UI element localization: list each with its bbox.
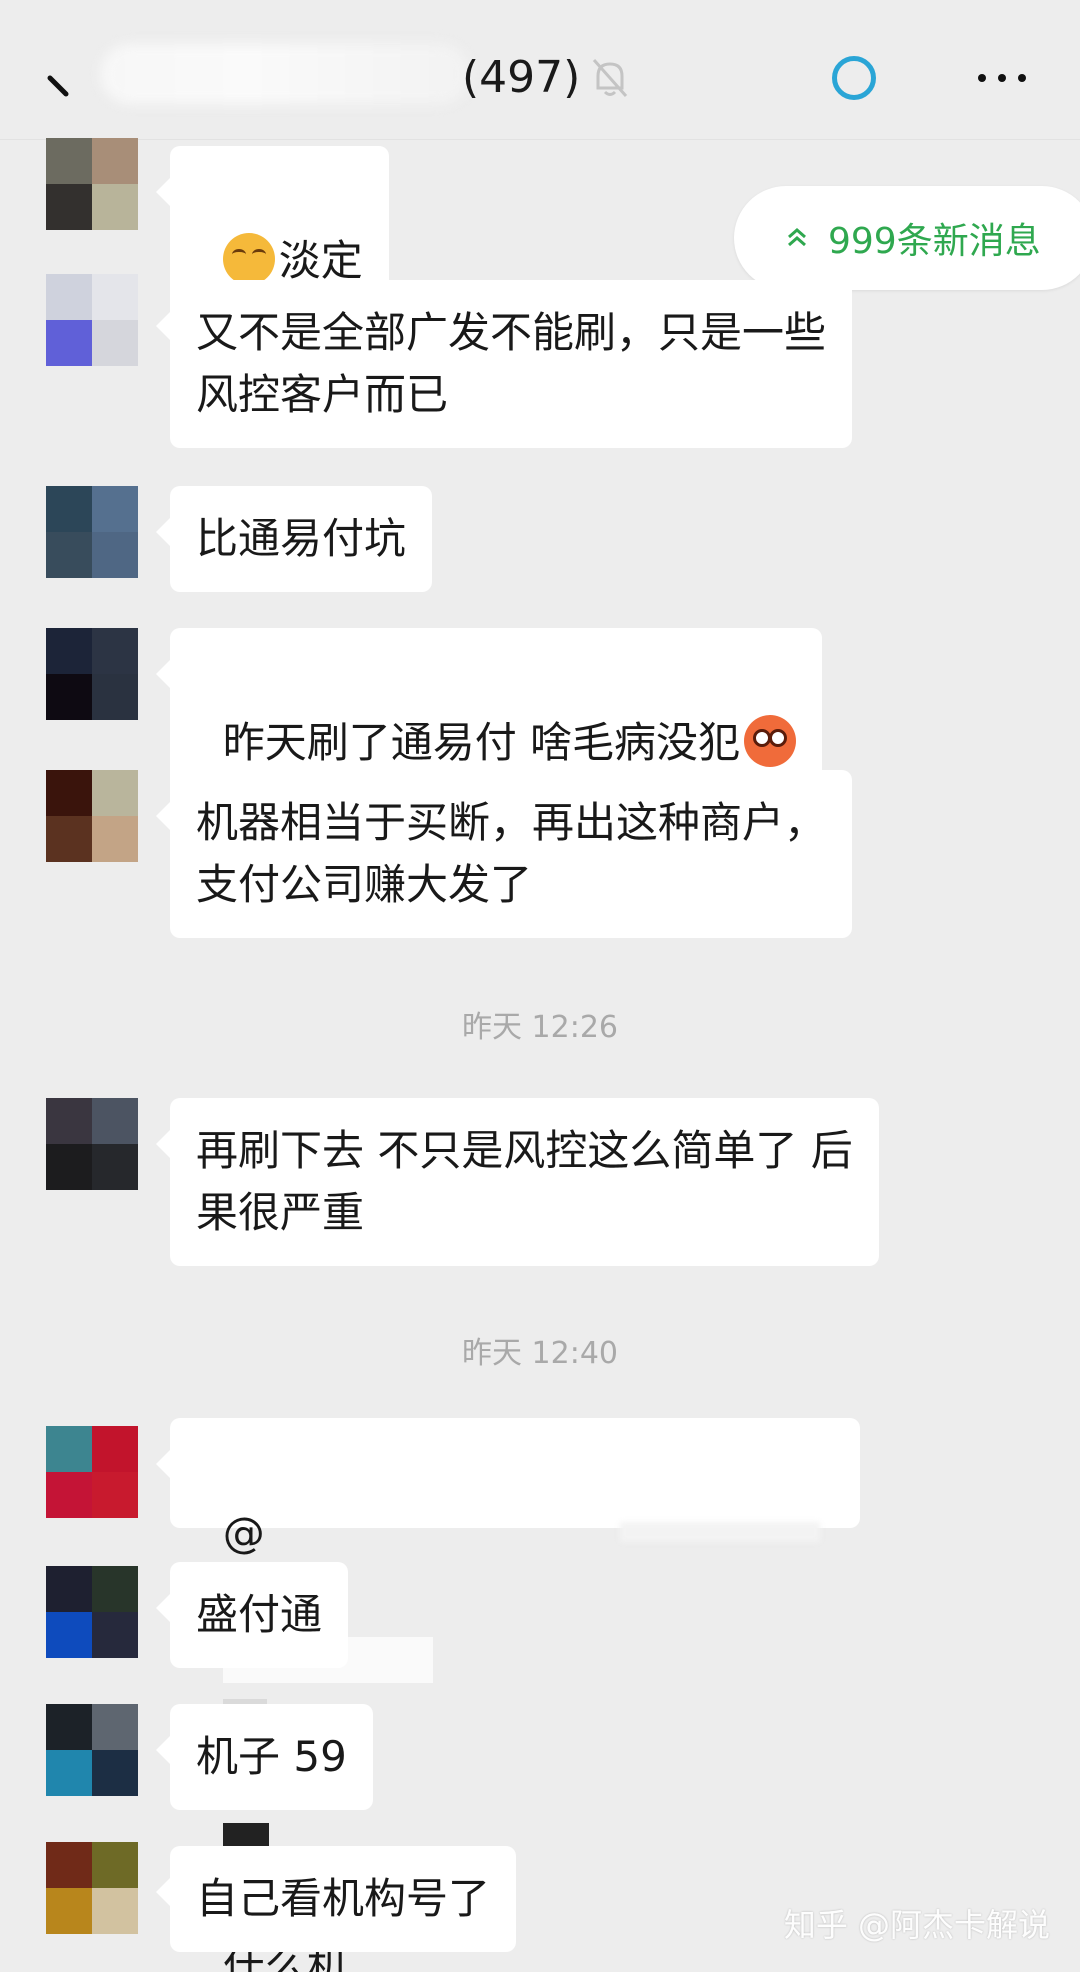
flushed-emoji-icon <box>744 715 797 767</box>
chat-header: (497) <box>0 0 1080 140</box>
message-bubble[interactable]: 再刷下去 不只是风控这么简单了 后 果很严重 <box>156 1098 879 1266</box>
avatar[interactable] <box>46 486 138 578</box>
more-dots-icon[interactable] <box>976 62 1030 92</box>
avatar[interactable] <box>46 1704 138 1796</box>
double-chevron-up-icon <box>788 228 806 247</box>
message-bubble[interactable]: 机子 59 <box>156 1704 373 1810</box>
avatar[interactable] <box>46 1098 138 1190</box>
new-messages-label: 999条新消息 <box>828 221 1041 262</box>
avatar[interactable] <box>46 628 138 720</box>
loading-circle-icon <box>832 56 876 100</box>
back-arrow-icon[interactable] <box>44 72 84 112</box>
avatar[interactable] <box>46 274 138 366</box>
avatar[interactable] <box>46 138 138 230</box>
message-bubble[interactable]: 比通易付坑 <box>155 486 433 592</box>
message-bubble[interactable]: 机器相当于买断，再出这种商户， 支付公司赚大发了 <box>155 770 853 938</box>
watermark: 知乎 @阿杰卡解说 <box>783 1906 1050 1944</box>
avatar[interactable] <box>46 770 138 862</box>
group-member-count: (497) <box>462 52 581 103</box>
timestamp: 昨天 12:26 <box>462 1010 618 1045</box>
message-bubble[interactable]: @ 什么机 <box>156 1418 860 1972</box>
message-bubble[interactable]: 又不是全部广发不能刷，只是一些 风控客户而已 <box>155 280 853 448</box>
message-bubble[interactable]: 盛付通 <box>155 1562 349 1668</box>
timestamp: 昨天 12:40 <box>462 1336 618 1371</box>
redacted-faded-text <box>620 1522 820 1542</box>
group-name-redacted <box>100 44 470 104</box>
new-messages-button[interactable]: 999条新消息 <box>734 186 1080 290</box>
smirk-emoji-icon <box>222 233 275 285</box>
muted-bell-icon <box>592 59 628 97</box>
message-bubble[interactable]: 自己看机构号了 <box>155 1846 517 1952</box>
avatar[interactable] <box>46 1842 138 1934</box>
avatar[interactable] <box>46 1426 138 1518</box>
avatar[interactable] <box>46 1566 138 1658</box>
